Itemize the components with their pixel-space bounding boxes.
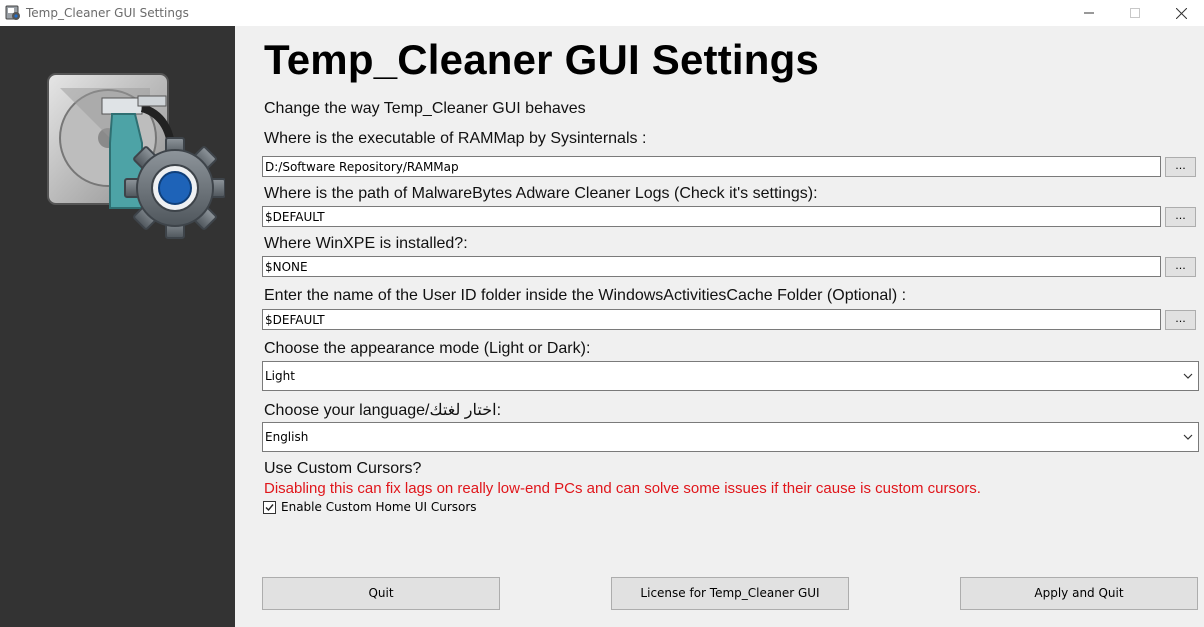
page-title: Temp_Cleaner GUI Settings bbox=[264, 36, 820, 83]
window-title: Temp_Cleaner GUI Settings bbox=[26, 6, 189, 20]
custom-cursors-option[interactable]: Enable Custom Home UI Cursors bbox=[263, 499, 477, 515]
appearance-label: Choose the appearance mode (Light or Dar… bbox=[264, 340, 591, 357]
apply-and-quit-button[interactable]: Apply and Quit bbox=[960, 577, 1198, 610]
language-selected-value: English bbox=[265, 430, 309, 444]
chevron-down-icon bbox=[1183, 434, 1193, 440]
cursors-label: Use Custom Cursors? bbox=[264, 460, 422, 477]
maximize-button[interactable] bbox=[1112, 0, 1158, 26]
checkmark-icon bbox=[265, 503, 274, 511]
page-subtitle: Change the way Temp_Cleaner GUI behaves bbox=[264, 100, 586, 117]
license-button[interactable]: License for Temp_Cleaner GUI bbox=[611, 577, 849, 610]
title-bar: Temp_Cleaner GUI Settings bbox=[0, 0, 1204, 26]
appearance-selected-value: Light bbox=[265, 369, 295, 383]
userid-folder-input[interactable]: $DEFAULT bbox=[262, 309, 1161, 330]
side-panel bbox=[0, 26, 235, 627]
adwcleaner-path-input[interactable]: $DEFAULT bbox=[262, 206, 1161, 227]
maximize-icon bbox=[1130, 8, 1140, 18]
winxpe-label: Where WinXPE is installed?: bbox=[264, 235, 468, 252]
app-icon bbox=[5, 5, 20, 20]
rammap-label: Where is the executable of RAMMap by Sys… bbox=[264, 130, 647, 147]
close-button[interactable] bbox=[1158, 0, 1204, 26]
language-select[interactable]: English bbox=[262, 422, 1199, 452]
adwcleaner-label: Where is the path of MalwareBytes Adware… bbox=[264, 185, 818, 202]
rammap-browse-button[interactable]: ... bbox=[1165, 157, 1196, 177]
rammap-path-input[interactable]: D:/Software Repository/RAMMap bbox=[262, 156, 1161, 177]
settings-content: Temp_Cleaner GUI Settings Change the way… bbox=[235, 26, 1204, 627]
custom-cursors-checkbox-label: Enable Custom Home UI Cursors bbox=[281, 500, 477, 514]
userid-browse-button[interactable]: ... bbox=[1165, 310, 1196, 330]
language-label: Choose your language/اختار لغتك: bbox=[264, 402, 502, 419]
appearance-select[interactable]: Light bbox=[262, 361, 1199, 391]
close-icon bbox=[1175, 7, 1187, 19]
cursors-warning: Disabling this can fix lags on really lo… bbox=[264, 480, 981, 497]
custom-cursors-checkbox[interactable] bbox=[263, 500, 276, 514]
quit-button[interactable]: Quit bbox=[262, 577, 500, 610]
userid-label: Enter the name of the User ID folder ins… bbox=[264, 287, 907, 304]
app-logo bbox=[47, 73, 225, 239]
winxpe-path-input[interactable]: $NONE bbox=[262, 256, 1161, 277]
winxpe-browse-button[interactable]: ... bbox=[1165, 257, 1196, 277]
minimize-button[interactable] bbox=[1066, 0, 1112, 26]
chevron-down-icon bbox=[1183, 373, 1193, 379]
adwcleaner-browse-button[interactable]: ... bbox=[1165, 207, 1196, 227]
minimize-icon bbox=[1084, 12, 1094, 14]
